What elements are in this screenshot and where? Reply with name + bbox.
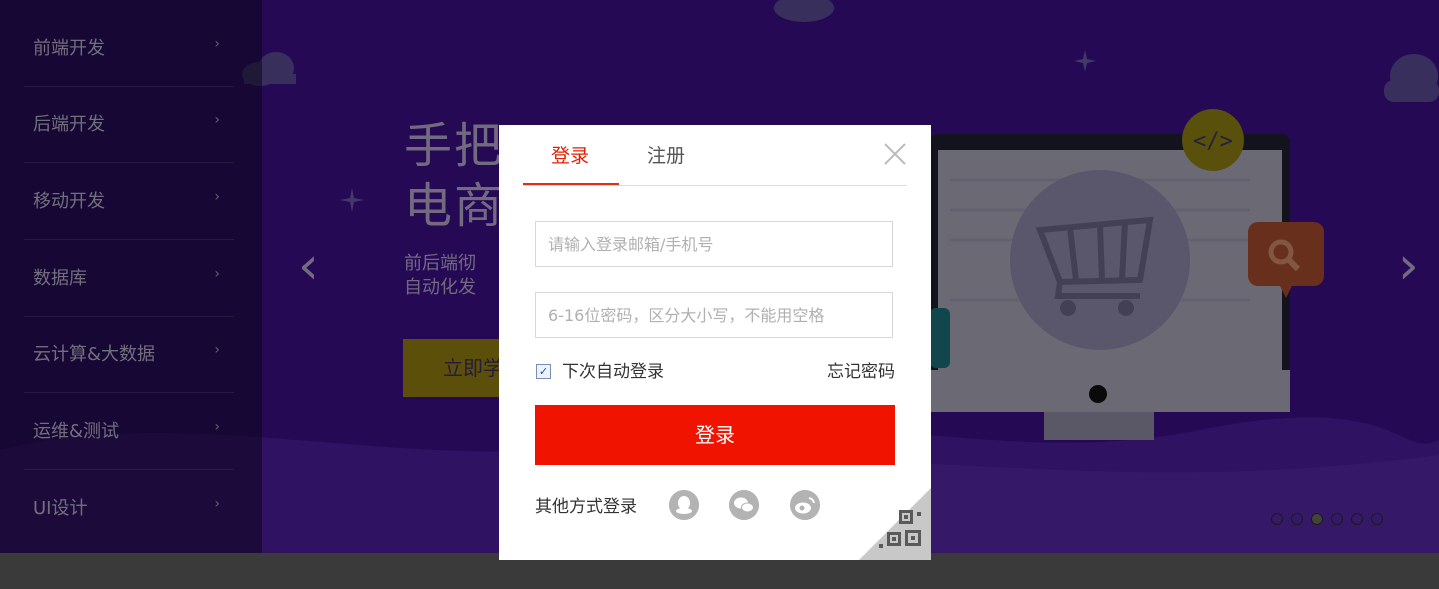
tab-login[interactable]: 登录 — [551, 144, 589, 168]
login-tabs: 登录 注册 — [523, 125, 907, 186]
tab-register[interactable]: 注册 — [647, 144, 685, 168]
login-modal: 登录 注册 ✓ 下次自动登录 忘记密码 登录 其他方式登录 — [499, 125, 931, 560]
other-login-label: 其他方式登录 — [535, 497, 637, 517]
active-tab-underline — [523, 183, 619, 185]
close-icon[interactable] — [882, 141, 908, 167]
forgot-password-link[interactable]: 忘记密码 — [827, 362, 895, 382]
login-button[interactable]: 登录 — [535, 405, 895, 465]
auto-login-label: 下次自动登录 — [562, 362, 664, 382]
password-input[interactable] — [535, 292, 893, 338]
wechat-icon[interactable] — [729, 490, 759, 520]
weibo-icon[interactable] — [790, 490, 820, 520]
qr-code-login-icon[interactable] — [859, 488, 931, 560]
qq-icon[interactable] — [669, 490, 699, 520]
username-input[interactable] — [535, 221, 893, 267]
auto-login-checkbox[interactable]: ✓ — [536, 364, 551, 379]
